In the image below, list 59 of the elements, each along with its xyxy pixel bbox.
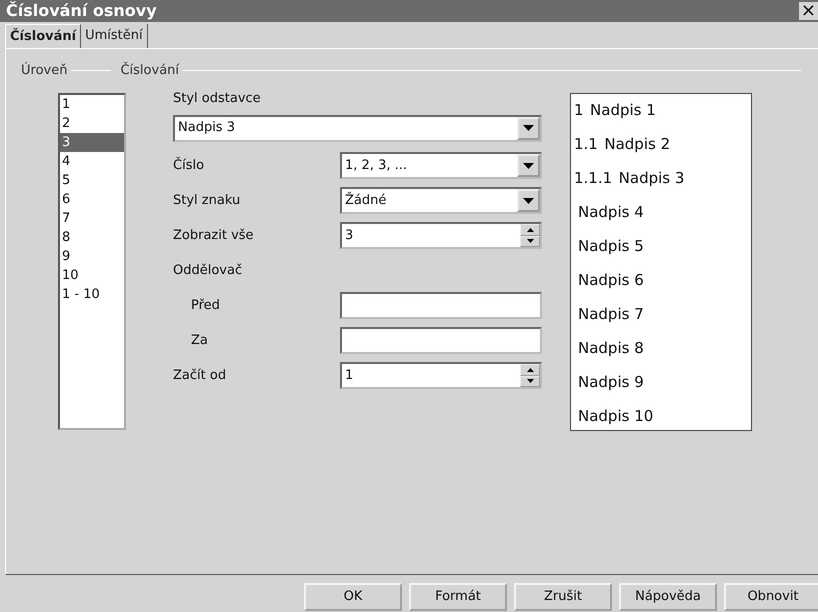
level-list[interactable]: 1 2 3 4 5 6 7 8 9 10 1 - 10 <box>58 92 126 430</box>
dropdown-button[interactable] <box>517 116 540 140</box>
dialog-button[interactable]: Nápověda <box>619 583 717 611</box>
list-item[interactable]: 3 <box>60 132 124 152</box>
dialog-button[interactable]: Obnovit <box>724 583 818 611</box>
list-item[interactable]: 5 <box>60 170 124 190</box>
dropdown-field[interactable]: 1, 2, 3, ... <box>340 152 542 179</box>
spin-field[interactable]: 3 <box>340 222 542 249</box>
dialog-button[interactable]: Zrušit <box>514 583 612 611</box>
list-item[interactable]: 9 <box>60 246 124 266</box>
heading-text: Nadpis 4 <box>578 202 644 220</box>
heading-text: Nadpis 10 <box>578 406 654 424</box>
spin-field[interactable]: 1 <box>340 362 542 389</box>
field-label: Styl znaku <box>173 192 242 210</box>
list-item[interactable]: 6 <box>60 190 124 208</box>
field-label: Číslo <box>173 156 206 175</box>
field-label: Oddělovač <box>173 262 244 280</box>
caret-icon <box>523 125 534 131</box>
list-item[interactable]: 10 <box>60 266 124 284</box>
dropdown-button[interactable] <box>517 154 540 177</box>
dialog-button[interactable]: Formát <box>409 583 507 611</box>
list-item[interactable]: 1 <box>60 94 124 114</box>
caret-icon <box>523 162 534 168</box>
close-button[interactable]: × <box>798 2 818 20</box>
list-item[interactable]: 7 <box>60 208 124 228</box>
heading-text: Nadpis 7 <box>578 304 644 322</box>
group-title: Číslování <box>120 61 180 80</box>
field-label: Zobrazit vše <box>173 226 255 245</box>
window-title: Číslování osnovy <box>5 0 158 22</box>
field-label: Za <box>190 332 209 350</box>
field-label: Začít od <box>173 366 228 385</box>
tab[interactable]: Umístění <box>81 24 148 48</box>
heading-text: Nadpis 8 <box>578 338 644 356</box>
field-label: Styl odstavce <box>173 90 262 108</box>
heading-text: Nadpis 2 <box>604 134 670 152</box>
spin-buttons[interactable] <box>520 364 540 387</box>
dropdown-button[interactable] <box>517 189 540 212</box>
list-item[interactable]: 2 <box>60 114 124 132</box>
group-title: Úroveň <box>21 61 68 80</box>
input-field[interactable] <box>340 327 542 354</box>
heading-text: Nadpis 6 <box>578 270 644 288</box>
heading-text: Nadpis 3 <box>618 168 684 186</box>
heading-text: Nadpis 5 <box>578 236 644 254</box>
list-item[interactable]: 8 <box>60 228 124 246</box>
list-item[interactable]: 4 <box>60 152 124 170</box>
outline-number: 1.1 <box>574 134 598 152</box>
input-field[interactable] <box>340 292 542 319</box>
spin-buttons[interactable] <box>520 224 540 247</box>
outline-number: 1 <box>574 100 584 118</box>
tab[interactable]: Číslování <box>5 24 82 48</box>
dropdown-field[interactable]: Nadpis 3 <box>173 114 542 142</box>
dialog-button[interactable]: OK <box>304 583 402 611</box>
dropdown-field[interactable]: Žádné <box>340 187 542 214</box>
heading-text: Nadpis 1 <box>590 100 656 118</box>
outline-number: 1.1.1 <box>574 168 612 186</box>
list-item[interactable]: 1 - 10 <box>60 284 124 304</box>
heading-text: Nadpis 9 <box>578 372 644 390</box>
caret-icon <box>523 198 534 204</box>
field-label: Před <box>190 296 221 315</box>
